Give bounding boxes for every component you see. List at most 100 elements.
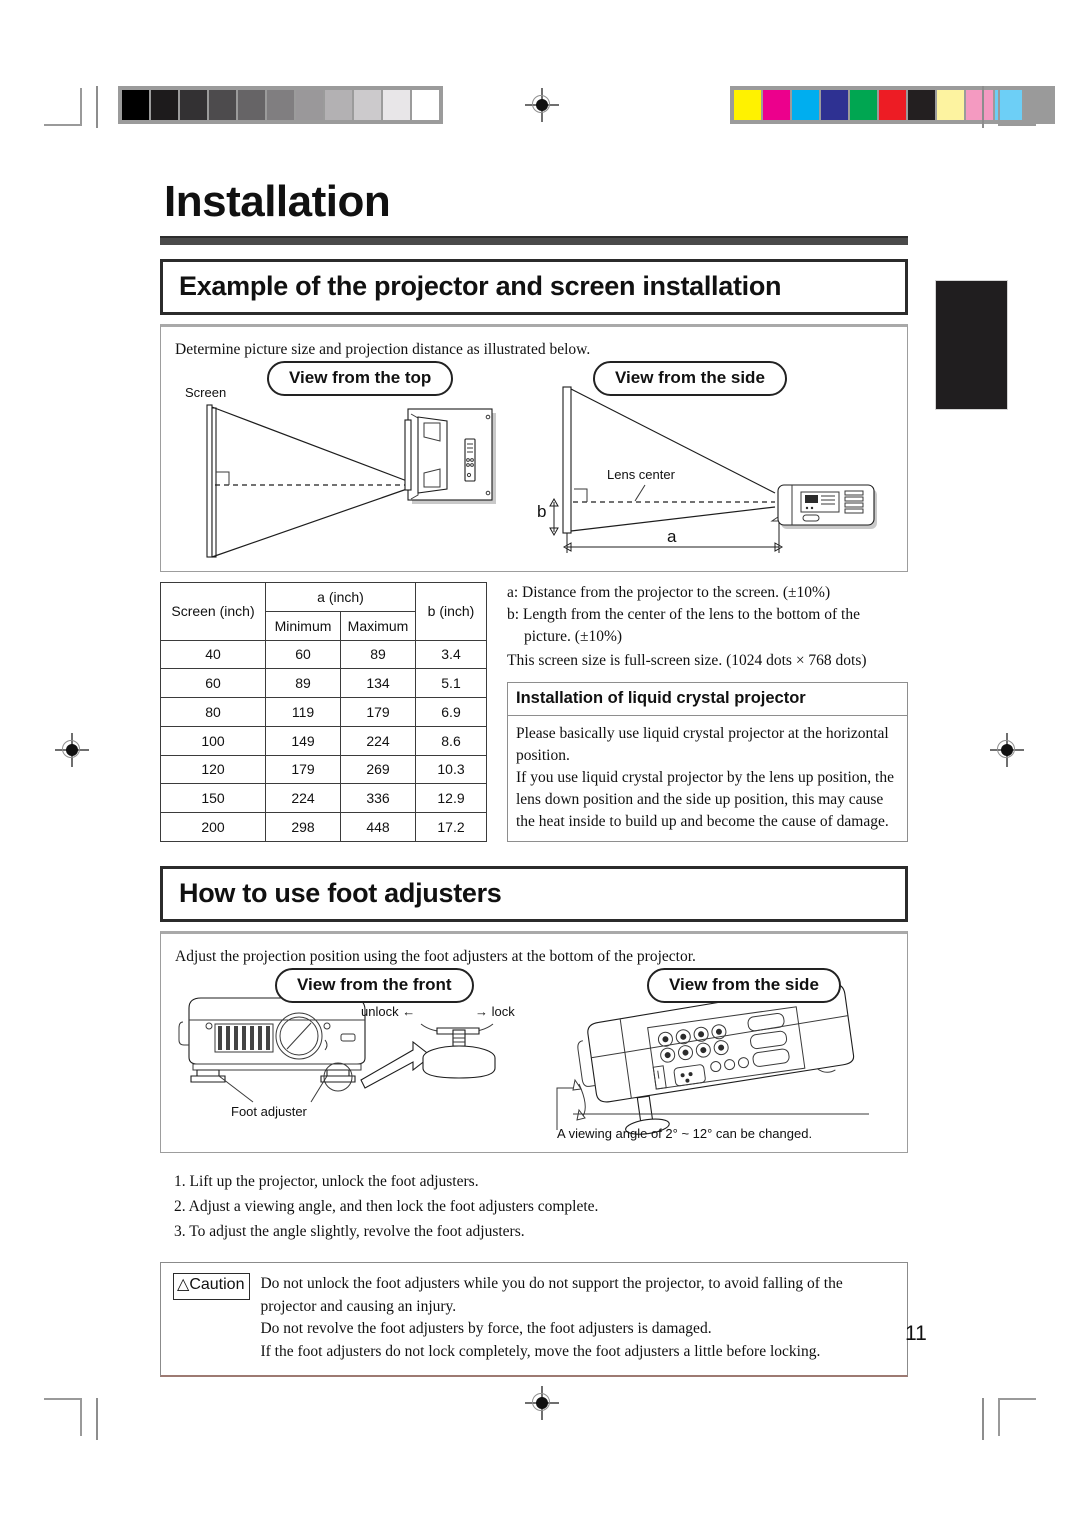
cell-max: 179 (340, 697, 416, 727)
grayscale-calibration-bar (118, 86, 443, 124)
table-row: 80 119 179 6.9 (160, 697, 487, 727)
color-swatch (966, 90, 993, 120)
projector-side-view (770, 484, 877, 529)
table-row: 150 224 336 12.9 (160, 783, 487, 814)
section-heading-installation-example: Example of the projector and screen inst… (160, 259, 908, 315)
cell-min: 224 (265, 783, 341, 814)
color-swatch (821, 90, 848, 120)
caption-view-from-side-top: View from the side (593, 361, 787, 396)
cell-max: 448 (340, 812, 416, 842)
subbox-heading: Installation of liquid crystal projector (508, 683, 907, 716)
caution-line: If the foot adjusters do not lock comple… (260, 1342, 821, 1360)
cell-min: 89 (265, 668, 341, 699)
document-page: Installation Example of the projector an… (0, 0, 1080, 1531)
cell-screen: 40 (160, 639, 266, 670)
cell-min: 298 (265, 812, 341, 842)
crop-mark-top-right (998, 88, 1036, 126)
crop-mark-bottom-right (998, 1398, 1036, 1436)
caution-body: Do not unlock the foot adjusters while y… (260, 1273, 895, 1363)
warning-triangle-icon: △ (177, 1276, 190, 1294)
caption-view-from-top: View from the top (267, 361, 454, 396)
list-item: 3. To adjust the angle slightly, revolve… (174, 1223, 525, 1241)
note-b-line1: b: Length from the center of the lens to… (507, 606, 860, 623)
note-a: a: Distance from the projector to the sc… (507, 584, 831, 601)
header-b-inch: b (inch) (415, 582, 487, 641)
lens-center-label: Lens center (607, 467, 676, 482)
color-swatch (850, 90, 877, 120)
panel-foot-adjusters: Adjust the projection position using the… (160, 931, 908, 1153)
color-swatch (879, 90, 906, 120)
figures-row-foot-adjusters: Foot adjuster unlock ← → lock A viewing … (175, 968, 893, 1142)
crop-mark-top-left (44, 88, 82, 126)
cell-min: 179 (265, 754, 341, 785)
crop-rule-right (982, 86, 984, 128)
screen-plate-side-view (562, 386, 572, 534)
cell-max: 89 (340, 639, 416, 670)
cell-b: 6.9 (415, 697, 487, 727)
list-item: 2. Adjust a viewing angle, and then lock… (174, 1198, 599, 1216)
color-swatch (763, 90, 790, 120)
table-row: 60 89 134 5.1 (160, 668, 487, 699)
crop-mark-bottom-left (44, 1398, 82, 1436)
cell-screen: 100 (160, 725, 266, 756)
caution-box: △Caution Do not unlock the foot adjuster… (160, 1262, 908, 1378)
grayscale-swatch (267, 90, 294, 120)
crop-rule-left (96, 86, 98, 128)
grayscale-swatch (238, 90, 265, 120)
registration-mark-right (990, 733, 1024, 767)
cell-max: 224 (340, 725, 416, 756)
table-row: 120 179 269 10.3 (160, 754, 487, 785)
grayscale-swatch (180, 90, 207, 120)
cell-min: 119 (265, 697, 341, 727)
screen-plate-top-view (206, 404, 217, 558)
crop-rule-bottom-right (982, 1398, 984, 1440)
note-full-screen: This screen size is full-screen size. (1… (507, 652, 867, 669)
cell-b: 8.6 (415, 725, 487, 756)
table-row: 40 60 89 3.4 (160, 639, 487, 670)
table-header-row-1: Screen (inch) a (inch) b (inch) (160, 582, 487, 641)
registration-mark-left (55, 733, 89, 767)
grayscale-swatch (325, 90, 352, 120)
cell-screen: 80 (160, 697, 266, 727)
lock-label: → lock (475, 1004, 515, 1019)
color-swatch (908, 90, 935, 120)
title-divider (160, 236, 908, 245)
grayscale-swatch (151, 90, 178, 120)
table-body: Screen (inch) a (inch) b (inch) Minimum … (160, 582, 487, 842)
subbox-para-2: If you use liquid crystal projector by t… (516, 769, 894, 830)
projector-front-view: Foot adjuster (178, 997, 366, 1119)
projector-side-view-tilted (577, 983, 855, 1135)
header-maximum: Maximum (340, 610, 416, 641)
page-title: Installation (164, 177, 391, 226)
intro-text-foot-adjusters: Adjust the projection position using the… (175, 948, 696, 965)
grayscale-swatch (354, 90, 381, 120)
notes-column: a: Distance from the projector to the sc… (507, 582, 908, 842)
cell-screen: 150 (160, 783, 266, 814)
document-content: Installation Example of the projector an… (160, 177, 908, 1378)
projection-distance-table: Screen (inch) a (inch) b (inch) Minimum … (160, 582, 487, 842)
dimension-a-label: a (667, 527, 677, 546)
cell-min: 149 (265, 725, 341, 756)
list-item: 1. Lift up the projector, unlock the foo… (174, 1173, 479, 1190)
header-a-inch: a (inch) (265, 582, 416, 612)
caption-view-from-side-bottom: View from the side (647, 968, 841, 1003)
registration-mark-top (525, 88, 559, 122)
section-heading-foot-adjusters: How to use foot adjusters (160, 866, 908, 922)
caption-view-from-front: View from the front (275, 968, 474, 1003)
unlock-label: unlock ← (361, 1004, 415, 1019)
cell-max: 134 (340, 668, 416, 699)
header-minimum: Minimum (265, 610, 341, 641)
cell-min: 60 (265, 639, 341, 670)
table-row: 200 298 448 17.2 (160, 812, 487, 842)
note-b-line2: picture. (±10%) (524, 628, 623, 645)
grayscale-swatch (383, 90, 410, 120)
cell-b: 17.2 (415, 812, 487, 842)
caution-line: Do not revolve the foot adjusters by for… (260, 1320, 712, 1338)
cell-max: 336 (340, 783, 416, 814)
cell-b: 10.3 (415, 754, 487, 785)
color-swatch (937, 90, 964, 120)
viewing-angle-note: A viewing angle of 2° ~ 12° can be chang… (557, 1126, 812, 1141)
grayscale-swatch (122, 90, 149, 120)
page-number: 11 (905, 1322, 927, 1345)
color-swatch (734, 90, 761, 120)
